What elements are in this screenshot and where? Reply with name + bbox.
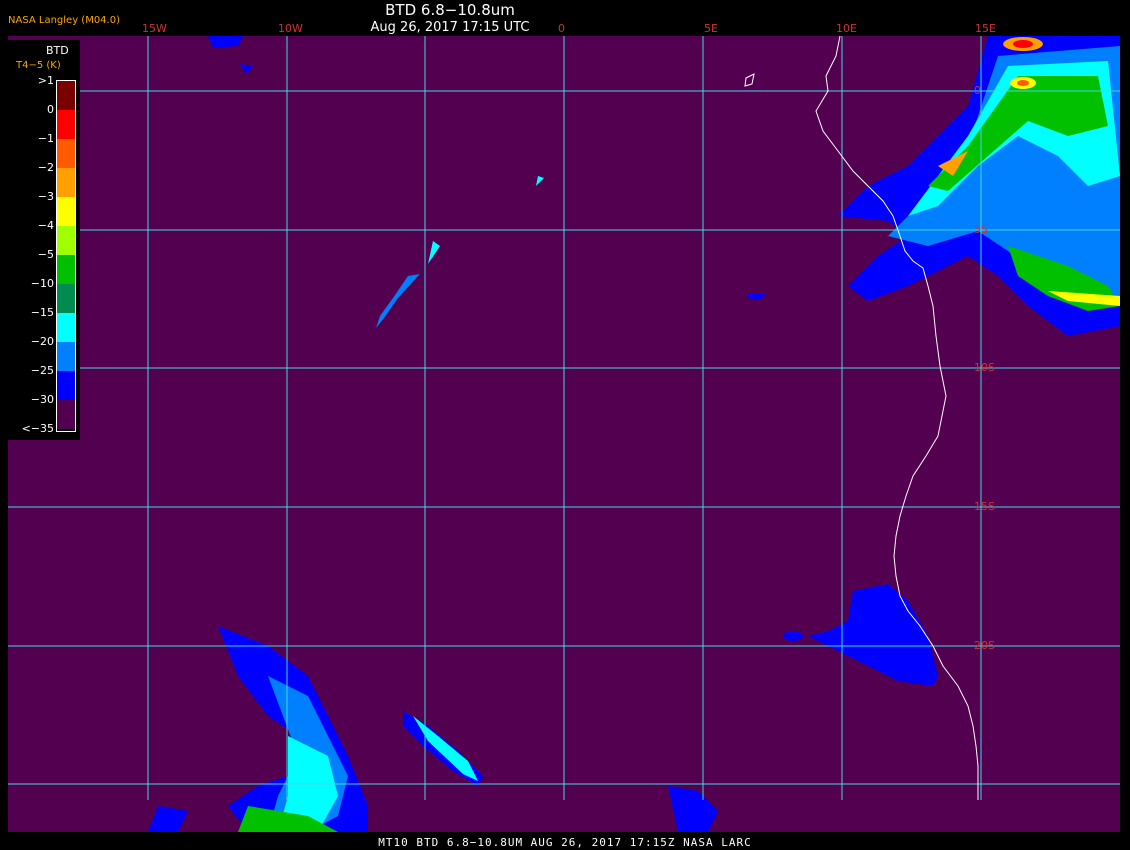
- legend-swatch: [57, 197, 75, 226]
- legend-swatch: [57, 168, 75, 197]
- color-legend: BTD T4−5 (K) >1 0 −1 −2 −3 −4 −5 −10 −15 −20 −25 −3…: [8, 40, 80, 440]
- legend-tick-label: >1: [37, 74, 54, 87]
- lon-label-15E: 15E: [975, 22, 996, 35]
- legend-tick-label: <−35: [21, 422, 54, 435]
- footer-caption: MT10 BTD 6.8−10.8UM AUG 26, 2017 17:15Z …: [378, 836, 752, 849]
- legend-tick-label: −5: [37, 248, 54, 261]
- legend-swatch: [57, 139, 75, 168]
- legend-swatch: [57, 226, 75, 255]
- legend-title: BTD: [46, 44, 69, 57]
- legend-swatch: [57, 313, 75, 342]
- image-timestamp: Aug 26, 2017 17:15 UTC: [370, 20, 530, 35]
- lat-label-5S: 5S: [974, 223, 988, 236]
- legend-swatch: [57, 255, 75, 284]
- lat-label-15S: 15S: [974, 500, 995, 513]
- legend-swatch: [57, 81, 75, 110]
- lat-label-0: 0: [974, 84, 981, 97]
- lon-label-0: 0: [558, 22, 565, 35]
- lat-label-10S: 10S: [974, 361, 995, 374]
- legend-tick-label: −1: [37, 132, 54, 145]
- lat-label-20S: 20S: [974, 639, 995, 652]
- satellite-map: [8, 36, 1120, 832]
- producer-credit: NASA Langley (M04.0): [8, 15, 120, 26]
- legend-units: T4−5 (K): [16, 60, 61, 71]
- legend-tick-label: −30: [30, 393, 54, 406]
- legend-tick-label: −2: [37, 161, 54, 174]
- legend-tick-label: −15: [30, 306, 54, 319]
- legend-swatch: [57, 342, 75, 371]
- legend-swatch: [57, 400, 75, 429]
- legend-colorbar: [56, 80, 76, 432]
- lon-label-10W: 10W: [278, 22, 303, 35]
- lon-label-5E: 5E: [704, 22, 718, 35]
- legend-tick-label: −4: [37, 219, 54, 232]
- legend-swatch: [57, 284, 75, 313]
- legend-swatch: [57, 371, 75, 400]
- legend-tick-label: −20: [30, 335, 54, 348]
- lon-label-15W: 15W: [142, 22, 167, 35]
- lon-label-10E: 10E: [836, 22, 857, 35]
- legend-swatch: [57, 110, 75, 139]
- legend-tick-label: −25: [30, 364, 54, 377]
- image-title: BTD 6.8−10.8um: [385, 1, 515, 19]
- legend-tick-label: −10: [30, 277, 54, 290]
- legend-tick-label: −3: [37, 190, 54, 203]
- legend-tick-label: 0: [47, 103, 54, 116]
